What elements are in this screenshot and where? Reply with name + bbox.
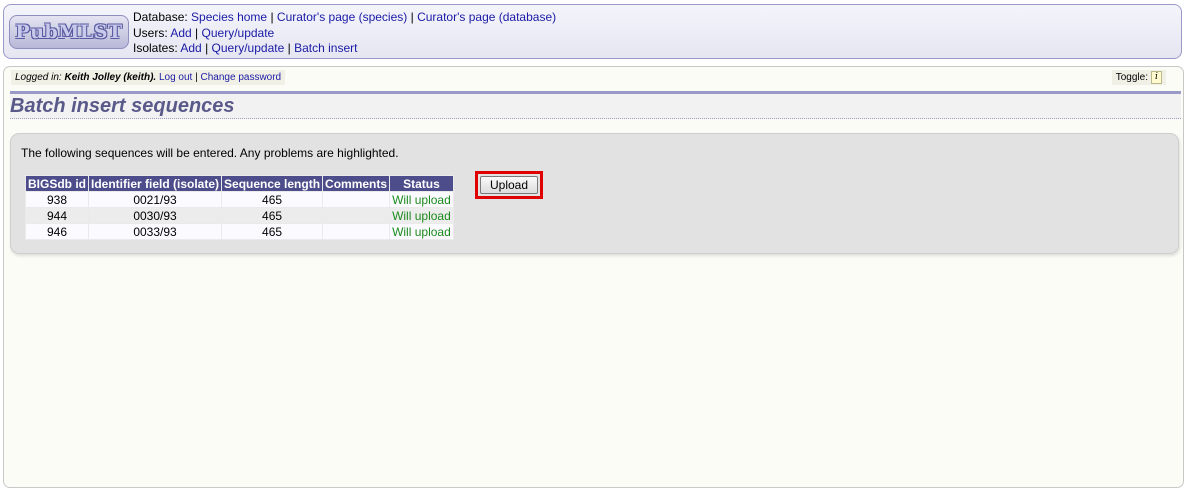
toggle-control: Toggle: i [1111,70,1166,85]
separator: | [195,25,199,40]
col-bigsdb-id: BIGSdb id [25,175,89,192]
separator: | [195,72,198,83]
col-sequence-length: Sequence length [221,175,324,192]
cell-comments [322,191,391,208]
logged-in-label: Logged in: [15,72,62,83]
users-query-update-link[interactable]: Query/update [202,26,275,40]
header-nav: Database: Species home | Curator's page … [133,10,556,57]
isolates-batch-insert-link[interactable]: Batch insert [294,41,357,55]
cell-comments [322,207,391,224]
page-title: Batch insert sequences [10,94,1181,119]
curators-page-species-link[interactable]: Curator's page (species) [277,10,407,24]
main-panel: Logged in: Keith Jolley (keith). Log out… [3,66,1184,488]
cell-bigsdb-id: 938 [25,191,89,208]
cell-status: Will upload [389,223,454,240]
user-bar: Logged in: Keith Jolley (keith). Log out… [11,70,286,85]
cell-sequence-length: 465 [221,223,324,240]
isolates-label: Isolates: [133,41,178,55]
cell-identifier: 0033/93 [87,223,223,240]
cell-identifier: 0030/93 [87,207,223,224]
col-comments: Comments [322,175,391,192]
sequence-table: BIGSdb id Identifier field (isolate) Seq… [25,175,454,240]
users-label: Users: [133,25,168,40]
info-message: The following sequences will be entered.… [21,146,399,160]
isolates-add-link[interactable]: Add [180,41,201,55]
isolates-query-update-link[interactable]: Query/update [212,41,285,55]
upload-button[interactable]: Upload [480,176,538,194]
pubmlst-logo[interactable]: PubMLST [9,15,129,49]
info-toggle-icon[interactable]: i [1151,71,1162,84]
separator: | [410,10,414,24]
cell-bigsdb-id: 946 [25,223,89,240]
cell-bigsdb-id: 944 [25,207,89,224]
change-password-link[interactable]: Change password [201,72,282,83]
table-header-row: BIGSdb id Identifier field (isolate) Seq… [25,175,454,192]
isolates-nav-row: Isolates: Add | Query/update | Batch ins… [133,41,556,57]
curators-page-database-link[interactable]: Curator's page (database) [417,10,556,24]
col-status: Status [389,175,454,192]
toggle-label: Toggle: [1115,72,1148,83]
cell-status: Will upload [389,207,454,224]
cell-status: Will upload [389,191,454,208]
content-box: The following sequences will be entered.… [10,133,1179,254]
site-header: PubMLST Database: Species home | Curator… [3,4,1182,59]
table-row: 938 0021/93 465 Will upload [25,191,454,208]
database-nav-row: Database: Species home | Curator's page … [133,10,556,26]
database-label: Database: [133,10,188,24]
logout-link[interactable]: Log out [159,72,192,83]
separator: | [205,41,209,55]
col-identifier-field: Identifier field (isolate) [87,175,223,192]
cell-identifier: 0021/93 [87,191,223,208]
cell-sequence-length: 465 [221,191,324,208]
upload-highlight: Upload [475,171,543,199]
users-add-link[interactable]: Add [170,26,191,40]
cell-sequence-length: 465 [221,207,324,224]
table-row: 944 0030/93 465 Will upload [25,207,454,224]
separator: | [287,41,291,55]
cell-comments [322,223,391,240]
users-nav-row: Users: Add | Query/update [133,26,556,42]
separator: | [270,10,274,24]
species-home-link[interactable]: Species home [191,10,267,24]
username: Keith Jolley (keith). [64,72,157,83]
table-row: 946 0033/93 465 Will upload [25,223,454,240]
